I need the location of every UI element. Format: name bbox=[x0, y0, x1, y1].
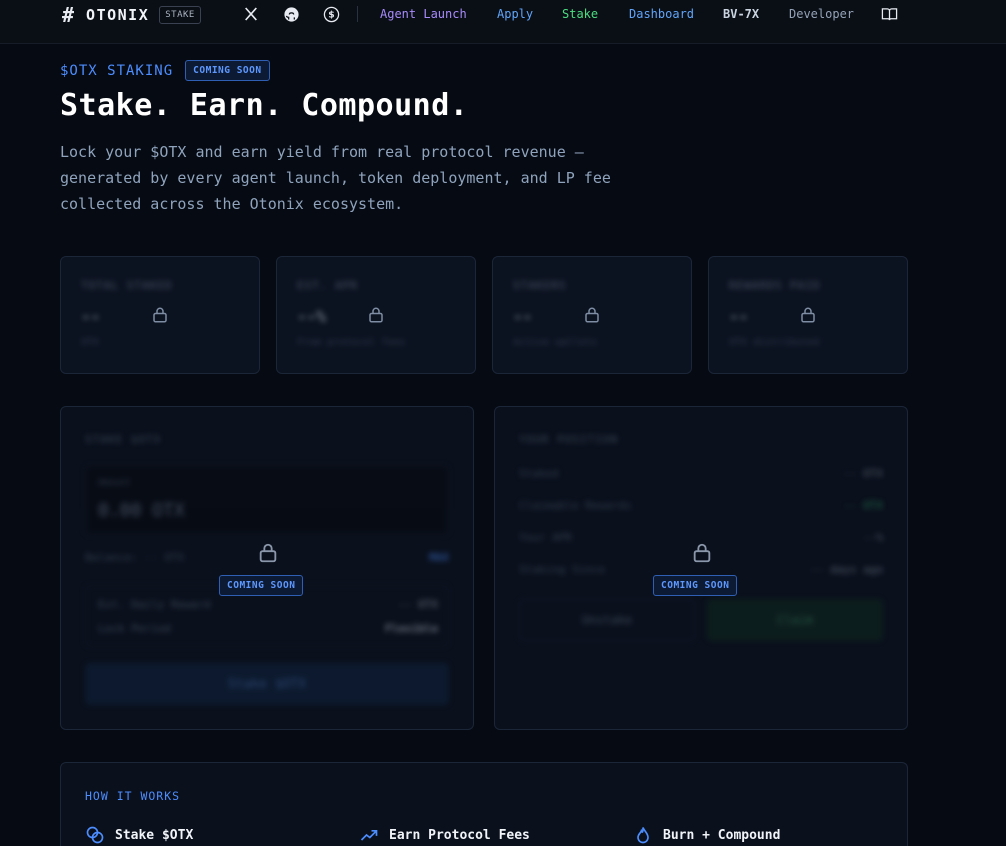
lock-icon bbox=[153, 307, 167, 323]
fee-row: Est. Daily Reward -- OTX bbox=[98, 598, 438, 611]
stat-sub: Active wallets bbox=[513, 337, 598, 348]
eyebrow-text: $OTX STAKING bbox=[60, 62, 174, 79]
stat-sub: OTX bbox=[81, 337, 100, 348]
lock-icon bbox=[259, 543, 277, 563]
position-value: -- OTX bbox=[843, 499, 883, 512]
stat-value: -- bbox=[513, 307, 533, 326]
github-icon[interactable] bbox=[282, 5, 300, 23]
book-icon[interactable] bbox=[880, 5, 898, 23]
position-label: Claimable Rewards bbox=[519, 499, 632, 512]
position-value: --% bbox=[863, 531, 883, 544]
claim-button[interactable]: Claim bbox=[707, 599, 883, 641]
stake-panel: STAKE $OTX Amount 0.00 OTX Balance: -- O… bbox=[60, 406, 474, 730]
fee-row: Lock Period Flexible bbox=[98, 622, 438, 635]
position-row: Claimable Rewards -- OTX bbox=[519, 499, 883, 512]
stake-button[interactable]: Stake $OTX bbox=[85, 663, 449, 705]
stat-label: STAKERS bbox=[513, 279, 567, 292]
nav-divider bbox=[357, 6, 358, 22]
how-it-works-section: HOW IT WORKS Stake $OTX Earn Protocol Fe… bbox=[60, 762, 908, 846]
how-item-burn: Burn + Compound bbox=[633, 825, 780, 845]
nav-link-dashboard[interactable]: Dashboard bbox=[629, 7, 694, 21]
panel-title: STAKE $OTX bbox=[85, 433, 162, 446]
position-panel: YOUR POSITION Staked -- OTX Claimable Re… bbox=[494, 406, 908, 730]
how-item-earn: Earn Protocol Fees bbox=[359, 825, 530, 845]
lock-icon bbox=[585, 307, 599, 323]
stat-card-est-apr: EST. APR --% From protocol fees bbox=[276, 256, 476, 374]
section-title: HOW IT WORKS bbox=[85, 789, 181, 803]
position-label: Staking Since bbox=[519, 563, 606, 576]
amount-label: Amount bbox=[98, 478, 131, 488]
position-value: -- OTX bbox=[843, 467, 883, 480]
top-nav: # OTONIX STAKE $ Agent Launch Apply Stak… bbox=[0, 0, 1006, 44]
fee-label: Lock Period bbox=[98, 622, 171, 635]
amount-value: 0.00 OTX bbox=[98, 500, 185, 521]
nav-link-developer[interactable]: Developer bbox=[789, 7, 854, 21]
page-title: Stake. Earn. Compound. bbox=[60, 88, 469, 123]
brand-logo[interactable]: # OTONIX STAKE bbox=[62, 3, 201, 27]
stat-card-total-staked: TOTAL STAKED -- OTX bbox=[60, 256, 260, 374]
how-item-title: Burn + Compound bbox=[663, 827, 781, 843]
lock-icon bbox=[693, 543, 711, 563]
position-label: Staked bbox=[519, 467, 559, 480]
nav-link-agent-launch[interactable]: Agent Launch bbox=[380, 7, 467, 21]
lock-icon bbox=[369, 307, 383, 323]
position-label: Your APR bbox=[519, 531, 572, 544]
stat-sub: OTX distributed bbox=[729, 337, 820, 348]
flame-icon bbox=[637, 827, 649, 844]
nav-link-stake[interactable]: Stake bbox=[562, 7, 598, 21]
balance-text: Balance: -- OTX bbox=[85, 551, 185, 564]
stat-value: -- bbox=[81, 307, 101, 326]
nav-link-bv7x[interactable]: BV-7X bbox=[723, 7, 759, 21]
stat-label: EST. APR bbox=[297, 279, 358, 292]
coming-soon-badge: COMING SOON bbox=[219, 575, 304, 596]
dollar-icon[interactable]: $ bbox=[322, 5, 340, 23]
coins-icon bbox=[86, 826, 104, 844]
stat-value: -- bbox=[729, 307, 749, 326]
how-item-stake: Stake $OTX bbox=[85, 825, 193, 845]
coming-soon-badge: COMING SOON bbox=[185, 60, 270, 81]
stat-sub: From protocol fees bbox=[297, 337, 406, 348]
fee-label: Est. Daily Reward bbox=[98, 598, 211, 611]
stat-card-stakers: STAKERS -- Active wallets bbox=[492, 256, 692, 374]
amount-input[interactable]: Amount 0.00 OTX bbox=[85, 465, 449, 535]
how-item-title: Stake $OTX bbox=[115, 827, 194, 843]
coming-soon-badge: COMING SOON bbox=[653, 575, 738, 596]
x-icon[interactable] bbox=[242, 5, 260, 23]
hash-logo-icon: # bbox=[62, 3, 75, 27]
hero-description: Lock your $OTX and earn yield from real … bbox=[60, 143, 611, 213]
fee-value: -- OTX bbox=[398, 598, 438, 611]
fee-value: Flexible bbox=[385, 622, 438, 635]
stat-label: REWARDS PAID bbox=[729, 279, 821, 292]
stat-value: --% bbox=[297, 307, 326, 326]
how-item-title: Earn Protocol Fees bbox=[389, 827, 530, 843]
brand-name: OTONIX bbox=[86, 6, 150, 24]
position-value: -- days ago bbox=[810, 563, 883, 576]
stat-card-rewards-paid: REWARDS PAID -- OTX distributed bbox=[708, 256, 908, 374]
svg-text:$: $ bbox=[328, 9, 334, 20]
lock-icon bbox=[801, 307, 815, 323]
unstake-button[interactable]: Unstake bbox=[519, 599, 695, 641]
stat-label: TOTAL STAKED bbox=[81, 279, 173, 292]
panel-title: YOUR POSITION bbox=[519, 433, 619, 446]
brand-tag: STAKE bbox=[159, 6, 201, 24]
trending-up-icon bbox=[360, 830, 378, 841]
max-button[interactable]: MAX bbox=[429, 551, 449, 564]
nav-link-apply[interactable]: Apply bbox=[497, 7, 533, 21]
staking-eyebrow: $OTX STAKING COMING SOON bbox=[60, 60, 270, 81]
position-row: Staked -- OTX bbox=[519, 467, 883, 480]
